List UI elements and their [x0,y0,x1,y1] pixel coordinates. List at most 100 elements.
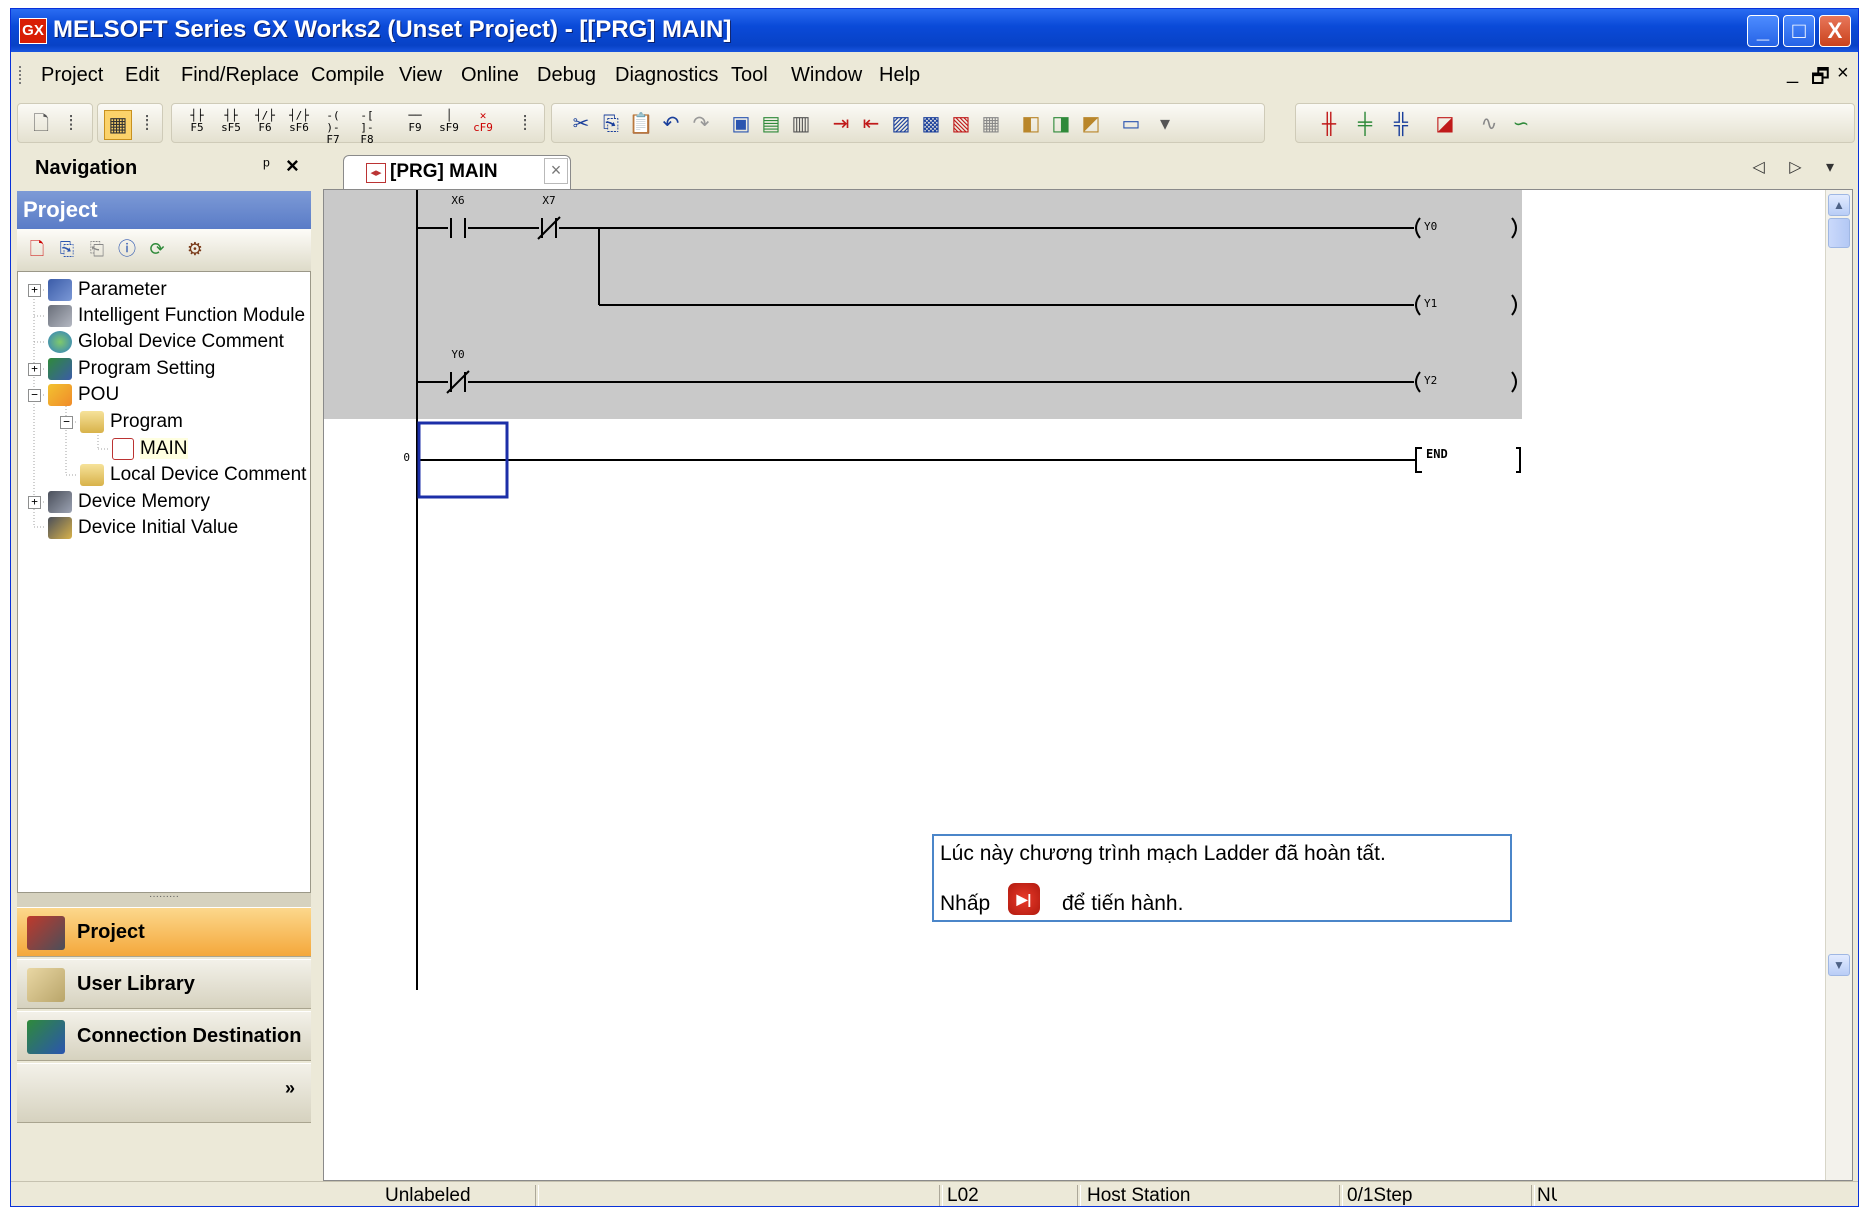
tree-expander-program-setting[interactable]: + [28,363,41,376]
scroll-up-button[interactable]: ▲ [1828,194,1850,216]
toolbar-overflow-icon[interactable]: ▾ [1152,110,1178,138]
menu-help[interactable]: Help [879,64,920,87]
coil-icon[interactable]: -( )- F7 [320,110,346,146]
minimize-button[interactable]: _ [1747,15,1779,47]
tree-expander-parameter[interactable]: + [28,284,41,297]
sampling-icon[interactable]: ╬ [1388,110,1414,138]
tree-item-local-device-comment[interactable]: Local Device Comment [80,463,306,487]
ladder-editor[interactable]: X6 X7 Y0 Y1 Y0 Y2 0 END ▲ ▼ Lúc này chươ… [323,189,1853,1181]
close-button[interactable]: X [1819,15,1851,47]
tree-item-main[interactable]: MAIN [112,437,188,461]
trace-icon[interactable]: ╫ [1316,110,1342,138]
delete-line-icon[interactable]: ✕ cF9 [470,110,496,138]
tree-item-program-setting[interactable]: Program Setting [48,357,215,381]
closed-branch-icon[interactable]: ┤/├ sF6 [286,110,312,138]
toolbar-overflow-icon[interactable]: ⁞ [58,110,84,138]
simulation-run-icon[interactable]: ◨ [1048,110,1074,138]
open-contact-icon[interactable]: ┤├ F5 [184,110,210,138]
menu-window[interactable]: Window [791,64,862,87]
mdi-restore-button[interactable]: 🗗 [1811,62,1830,96]
statement-icon[interactable]: ▥ [788,110,814,138]
paste-icon[interactable]: 📋 [628,110,654,138]
nav-tab-overflow[interactable]: » [17,1063,311,1123]
undo-icon[interactable]: ↶ [658,110,684,138]
open-branch-icon[interactable]: ┤├ sF5 [218,110,244,138]
scroll-thumb[interactable] [1828,218,1850,248]
property-icon[interactable]: ⓘ [115,237,139,261]
cut-icon[interactable]: ✂ [568,110,594,138]
menu-project[interactable]: Project [41,64,103,87]
more-chevron-icon[interactable]: » [285,1078,295,1099]
nav-tab-project[interactable]: Project [17,907,311,957]
tab-close-icon[interactable]: × [544,158,568,184]
menu-tool[interactable]: Tool [731,64,768,87]
tree-item-program[interactable]: Program [80,410,183,434]
contact-x7-label: X7 [542,194,555,207]
monitor-start-icon[interactable]: ▩ [918,110,944,138]
new-data-icon[interactable]: 🗋 [25,237,49,261]
device-icon[interactable]: ▣ [728,110,754,138]
waveform-run-icon[interactable]: ∽ [1508,110,1534,138]
maximize-button[interactable]: □ [1783,15,1815,47]
menu-debug[interactable]: Debug [537,64,596,87]
new-file-icon[interactable]: 🗋 [28,110,54,138]
tree-item-device-initial-value[interactable]: Device Initial Value [48,516,238,540]
menu-online[interactable]: Online [461,64,519,87]
tooltip-line-2-suffix: để tiến hành. [1062,892,1184,915]
monitor-stop-icon[interactable]: ▧ [948,110,974,138]
app-icon: GX [19,18,47,44]
refresh-icon[interactable]: ⟳ [145,237,169,261]
tree-item-device-memory[interactable]: Device Memory [48,490,210,514]
toolbar-overflow-icon[interactable]: ⁞ [512,110,538,138]
nav-tab-user-library[interactable]: User Library [17,959,311,1009]
tree-expander-program[interactable]: − [60,416,73,429]
menu-edit[interactable]: Edit [125,64,159,87]
menu-find-replace[interactable]: Find/Replace [181,64,299,87]
tab-prg-main[interactable]: ◂▸ [PRG] MAIN × [343,155,571,189]
navigation-toggle-icon[interactable]: ▦ [104,110,132,140]
next-step-button[interactable]: ▶| [1008,883,1040,915]
redo-icon[interactable]: ↷ [688,110,714,138]
menu-compile[interactable]: Compile [311,64,384,87]
tree-item-parameter[interactable]: Parameter [48,278,167,302]
tree-item-pou[interactable]: POU [48,383,119,407]
splitter-handle[interactable]: ········· [17,892,311,907]
mdi-close-button[interactable]: × [1837,62,1849,85]
tab-navigation-arrows[interactable]: ◁ ▷ ▾ [1752,157,1844,177]
paste-data-icon[interactable]: ⎗ [85,237,109,261]
waveform-icon[interactable]: ∿ [1476,110,1502,138]
monitor-icon[interactable]: ▨ [888,110,914,138]
navigation-close-icon[interactable]: × [286,153,299,179]
vertical-line-icon[interactable]: │ sF9 [436,110,462,138]
menu-view[interactable]: View [399,64,442,87]
scroll-down-button[interactable]: ▼ [1828,954,1850,976]
write-plc-icon[interactable]: ⇥ [828,110,854,138]
menu-grip-handle[interactable] [19,66,24,84]
horizontal-line-icon[interactable]: ── F9 [402,110,428,138]
closed-contact-icon[interactable]: ┤/├ F6 [252,110,278,138]
tree-expander-pou[interactable]: − [28,389,41,402]
diagnostics-icon[interactable]: ◪ [1432,110,1458,138]
menu-diagnostics[interactable]: Diagnostics [615,64,718,87]
tab-label: [PRG] MAIN [390,161,498,182]
copy-data-icon[interactable]: ⎘ [55,237,79,261]
simulation-stop-icon[interactable]: ◩ [1078,110,1104,138]
mdi-minimize-button[interactable]: _ [1787,62,1798,85]
comment-icon[interactable]: ▤ [758,110,784,138]
monitor-all-icon[interactable]: ▦ [978,110,1004,138]
vertical-scrollbar[interactable]: ▲ ▼ [1825,190,1852,1180]
tree-options-icon[interactable]: ⚙ [183,237,207,261]
tree-item-intelligent-function-module[interactable]: Intelligent Function Module [48,304,305,328]
tree-expander-device-memory[interactable]: + [28,496,41,509]
pin-icon[interactable]: ᵖ [263,155,270,176]
nav-tab-connection-destination[interactable]: Connection Destination [17,1011,311,1061]
toolbar-overflow-icon[interactable]: ⁞ [134,110,160,138]
read-plc-icon[interactable]: ⇤ [858,110,884,138]
end-instruction[interactable]: END [1415,447,1521,473]
instruction-icon[interactable]: -[ ]- F8 [354,110,380,146]
simulation-start-icon[interactable]: ◧ [1018,110,1044,138]
tree-item-global-device-comment[interactable]: Global Device Comment [48,330,284,354]
trace-start-icon[interactable]: ╪ [1352,110,1378,138]
copy-icon[interactable]: ⎘ [598,110,624,138]
connection-icon[interactable]: ▭ [1118,110,1144,138]
